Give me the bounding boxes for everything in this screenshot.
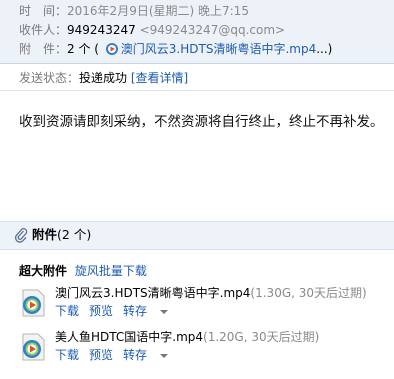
message-body: 收到资源请即刻采纳，不然资源将自行终止，终止不再补发。 [19, 114, 384, 130]
mail-header: 时 间：2016年2月9日(星期二) 晚上7:15 收件人：949243247 … [0, 0, 394, 63]
attachment-actions: 下载 预览 转存 [55, 303, 178, 320]
delivery-status-row: 发送状态：投递成功 [查看详情] [19, 69, 188, 87]
recipient-name[interactable]: 949243247 [67, 23, 136, 37]
attachment-filename[interactable]: 澳门风云3.HDTS清晰粤语中字.mp4 [55, 286, 250, 300]
time-label: 时 间： [19, 4, 68, 18]
download-link[interactable]: 下载 [55, 348, 79, 362]
save-to-label: 转存 [123, 348, 148, 362]
attachment-count: 2 个 ( [67, 42, 99, 56]
large-attachment-row: 超大附件 旋风批量下载 [19, 263, 147, 279]
delivery-status-label: 发送状态： [19, 71, 80, 85]
attachment-more[interactable]: ...) [316, 42, 332, 56]
status-divider [0, 90, 394, 91]
attachment-actions: 下载 预览 转存 [55, 347, 178, 364]
video-file-icon [22, 333, 45, 361]
video-file-icon [22, 289, 45, 317]
attachment-meta: (1.30G, 30天后过期) [250, 286, 367, 300]
recipient-row: 收件人：949243247 <949243247@qq.com> [19, 21, 285, 39]
attachment-meta: (1.20G, 30天后过期) [203, 330, 320, 344]
batch-download-link[interactable]: 旋风批量下载 [75, 264, 147, 278]
attachment-item: 澳门风云3.HDTS清晰粤语中字.mp4(1.30G, 30天后过期) 下载 预览… [19, 285, 389, 325]
save-to-label: 转存 [123, 304, 148, 318]
recipient-label: 收件人： [19, 23, 68, 37]
view-details-link[interactable]: [查看详情] [131, 71, 188, 85]
attachments-title: 附件(2 个) [32, 227, 91, 243]
chevron-down-icon [160, 309, 169, 314]
delivery-status-bar: 发送状态：投递成功 [查看详情] [0, 64, 394, 90]
large-attachment-label: 超大附件 [19, 264, 68, 278]
attachment-name: 澳门风云3.HDTS清晰粤语中字.mp4(1.30G, 30天后过期) [55, 285, 367, 302]
attachments-count: (2 个) [57, 227, 92, 242]
preview-link[interactable]: 预览 [89, 348, 113, 362]
time-row: 时 间：2016年2月9日(星期二) 晚上7:15 [19, 2, 249, 20]
delivery-status-value: 投递成功 [79, 71, 128, 85]
attachment-label: 附 件： [19, 42, 68, 56]
chevron-down-icon [160, 353, 169, 358]
paperclip-icon [14, 228, 28, 243]
attachment-item: 美人鱼HDTC国语中字.mp4(1.20G, 30天后过期) 下载 预览 转存 [19, 329, 389, 369]
attachment-first-link[interactable]: 澳门风云3.HDTS清晰粤语中字.mp4 [121, 42, 316, 56]
video-file-icon [105, 43, 118, 55]
save-to-link[interactable]: 转存 [123, 348, 169, 362]
attachments-title-label: 附件 [32, 227, 58, 242]
attachment-summary-row: 附 件：2 个 ( 澳门风云3.HDTS清晰粤语中字.mp4...) [19, 40, 332, 58]
attachment-filename[interactable]: 美人鱼HDTC国语中字.mp4 [55, 330, 203, 344]
time-value: 2016年2月9日(星期二) 晚上7:15 [67, 4, 249, 18]
attachments-header: 附件(2 个) [0, 221, 394, 250]
preview-link[interactable]: 预览 [89, 304, 113, 318]
attachment-name: 美人鱼HDTC国语中字.mp4(1.20G, 30天后过期) [55, 329, 319, 346]
recipient-email: <949243247@qq.com> [139, 23, 286, 37]
save-to-link[interactable]: 转存 [123, 304, 169, 318]
download-link[interactable]: 下载 [55, 304, 79, 318]
